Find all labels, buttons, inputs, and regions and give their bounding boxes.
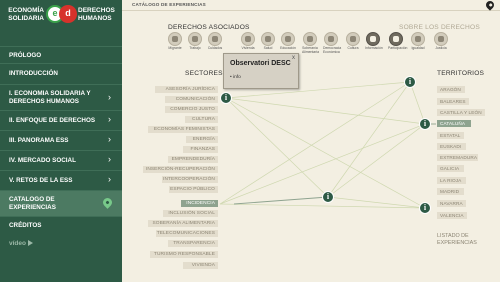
connection-line: [327, 123, 426, 198]
close-icon[interactable]: x: [292, 55, 295, 61]
sector-item[interactable]: TELECOMUNICACIONES: [156, 230, 218, 237]
derecho-label: Vivienda: [241, 46, 255, 50]
territorio-item[interactable]: EUSKADI: [437, 143, 466, 150]
territorio-item[interactable]: MADRID: [437, 188, 464, 195]
sector-item-active[interactable]: INCIDENCIA: [181, 200, 218, 207]
derecho-label: Igualdad: [411, 46, 425, 50]
care-icon: [208, 32, 222, 46]
experience-node[interactable]: i: [419, 118, 431, 130]
derecho-label: Cuidados: [207, 46, 223, 50]
information-icon: [366, 32, 380, 46]
sector-item[interactable]: ENERGÍA: [186, 136, 218, 143]
sector-item[interactable]: INTERCOOPERACIÓN: [162, 176, 218, 183]
sector-item[interactable]: EMPRENDEDURÍA: [168, 156, 218, 163]
sector-item[interactable]: COMERCIO JUSTO: [165, 106, 218, 113]
derecho-label: Migrante: [168, 46, 182, 50]
derecho-label: Trabajo: [189, 46, 201, 50]
food-icon: [303, 32, 317, 46]
derecho-informacion[interactable]: Información: [365, 32, 383, 51]
sector-item[interactable]: FINANZAS: [183, 146, 218, 153]
territorio-item[interactable]: VALENCIA: [437, 212, 467, 219]
health-icon: [261, 32, 275, 46]
justice-icon: [434, 32, 448, 46]
experience-popup: Observatori DESC x info: [223, 53, 299, 89]
sobre-derechos-link[interactable]: SOBRE LOS DERECHOS: [399, 24, 480, 31]
territorio-item[interactable]: ARAGÓN: [437, 86, 465, 93]
sector-item[interactable]: CULTURA: [185, 116, 218, 123]
territorio-item-active[interactable]: CATALUÑA: [437, 120, 471, 127]
territorio-item[interactable]: LA RIOJA: [437, 177, 466, 184]
derecho-label: Salud: [263, 46, 273, 50]
work-icon: [188, 32, 202, 46]
derecho-participacion[interactable]: Participación: [388, 32, 408, 51]
democracy-icon: [324, 32, 338, 46]
sector-item[interactable]: TURISMO RESPONSABLE: [150, 251, 218, 258]
house-icon: [241, 32, 255, 46]
derecho-label: Soberanía Alimentaria: [302, 46, 319, 54]
popup-info-link[interactable]: info: [230, 75, 241, 80]
derecho-label: Democracia Económica: [323, 46, 342, 54]
sector-item[interactable]: TRANSPARENCIA: [168, 240, 218, 247]
experience-node[interactable]: i: [419, 202, 431, 214]
sector-item[interactable]: VIVIENDA: [183, 262, 218, 269]
culture-icon: [346, 32, 360, 46]
migrant-icon: [168, 32, 182, 46]
derecho-democracia[interactable]: Democracia Económica: [323, 32, 342, 54]
derecho-label: Educación: [280, 46, 296, 50]
sectores-heading: SECTORES: [185, 70, 223, 77]
experience-node[interactable]: i: [220, 92, 232, 104]
derecho-trabajo[interactable]: Trabajo: [187, 32, 203, 51]
listado-experiencias-link[interactable]: LISTADO DE EXPERIENCIAS: [437, 233, 477, 247]
derecho-label: Justicia: [435, 46, 447, 50]
derecho-cuidados[interactable]: Cuidados: [207, 32, 223, 51]
connection-line: [219, 81, 411, 205]
derecho-igualdad[interactable]: Igualdad: [410, 32, 426, 51]
derecho-label: Información: [365, 46, 383, 50]
derechos-icons: Migrante Trabajo Cuidados Vivienda Salud…: [167, 32, 467, 62]
derecho-vivienda[interactable]: Vivienda: [240, 32, 256, 51]
experience-node[interactable]: i: [404, 76, 416, 88]
sector-item[interactable]: SOBERANÍA ALIMENTARIA: [148, 220, 218, 227]
derecho-justicia[interactable]: Justicia: [433, 32, 449, 51]
territorio-item[interactable]: ESTATAL: [437, 132, 464, 139]
derechos-heading: DERECHOS ASOCIADOS: [168, 24, 250, 31]
connection-line: [225, 97, 329, 198]
sector-item[interactable]: ESPACIO PÚBLICO: [169, 186, 218, 193]
territorio-item[interactable]: GALICIA: [437, 165, 464, 172]
territorio-item[interactable]: EXTREMADURA: [437, 154, 478, 161]
territorios-heading: TERRITORIOS: [437, 70, 485, 77]
derecho-salud[interactable]: Salud: [260, 32, 276, 51]
connection-line: [327, 81, 411, 198]
connection-line: [233, 196, 329, 205]
connection-line: [225, 97, 426, 125]
sector-item[interactable]: INSERCIÓN-RECUPERACIÓN: [143, 166, 218, 173]
popup-title: Observatori DESC: [230, 60, 291, 67]
sector-item[interactable]: ECONOMÍAS FEMINISTAS: [148, 126, 218, 133]
territorio-item[interactable]: BALEARES: [437, 98, 469, 105]
sector-item[interactable]: INCLUSIÓN SOCIAL: [163, 210, 218, 217]
derecho-label: Participación: [388, 46, 408, 50]
sector-item[interactable]: ASESORÍA JURÍDICA: [155, 86, 218, 93]
territorio-item[interactable]: CASTILLA Y LEÓN: [437, 109, 485, 116]
derecho-educacion[interactable]: Educación: [280, 32, 296, 51]
territorio-item[interactable]: NAVARRA: [437, 200, 466, 207]
derecho-label: Cultura: [347, 46, 359, 50]
derecho-migrante[interactable]: Migrante: [167, 32, 183, 51]
equality-icon: [411, 32, 425, 46]
sector-item[interactable]: COMUNICACIÓN: [165, 96, 218, 103]
participation-icon: [389, 32, 403, 46]
experience-node[interactable]: i: [322, 191, 334, 203]
derecho-cultura[interactable]: Cultura: [345, 32, 361, 51]
derecho-soberania[interactable]: Soberanía Alimentaria: [302, 32, 319, 54]
education-icon: [281, 32, 295, 46]
